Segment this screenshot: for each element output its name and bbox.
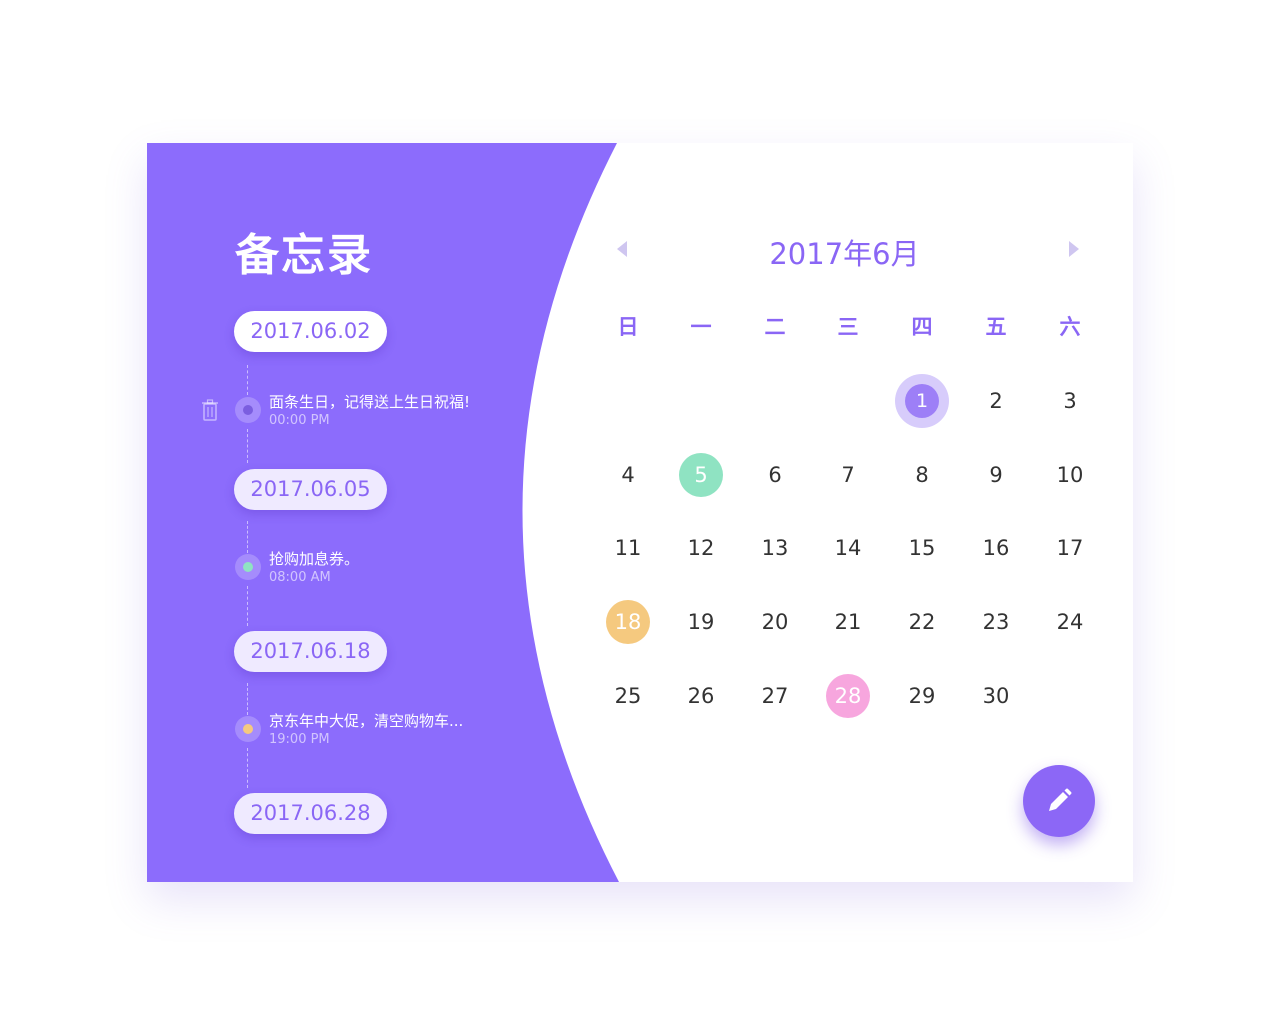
calendar-day[interactable]: 9 — [973, 452, 1019, 498]
timeline-line — [247, 521, 248, 553]
calendar-day[interactable]: 12 — [678, 525, 724, 571]
trash-icon[interactable] — [200, 398, 220, 422]
memo-calendar-card: 备忘录 2017.06.02 面条生日，记得送上生日祝福! 00:00 PM 2… — [147, 143, 1133, 882]
calendar-day[interactable]: 5 — [679, 453, 723, 497]
calendar-day[interactable]: 6 — [752, 452, 798, 498]
memo-text[interactable]: 面条生日，记得送上生日祝福! — [269, 391, 470, 412]
weekday-label: 六 — [1059, 315, 1081, 339]
calendar-day[interactable]: 7 — [825, 452, 871, 498]
calendar-day[interactable]: 23 — [973, 599, 1019, 645]
memo-time: 00:00 PM — [269, 413, 330, 428]
memo-dot — [235, 554, 261, 580]
memo-date-pill[interactable]: 2017.06.28 — [234, 793, 387, 834]
calendar-day[interactable]: 21 — [825, 599, 871, 645]
memo-dot-inner — [243, 724, 253, 734]
triangle-right-icon[interactable] — [1067, 239, 1081, 259]
memo-text[interactable]: 京东年中大促，清空购物车... — [269, 710, 463, 731]
weekday-label: 五 — [985, 315, 1007, 339]
calendar-day[interactable]: 28 — [826, 674, 870, 718]
memo-dot-inner — [243, 405, 253, 415]
calendar-day[interactable]: 24 — [1047, 599, 1093, 645]
memo-dot — [235, 397, 261, 423]
weekday-label: 二 — [764, 315, 786, 339]
timeline-line — [247, 683, 248, 715]
memo-date-pill[interactable]: 2017.06.02 — [234, 311, 387, 352]
memo-text[interactable]: 抢购加息券。 — [269, 548, 359, 569]
calendar-day[interactable]: 19 — [678, 599, 724, 645]
calendar-day[interactable]: 13 — [752, 525, 798, 571]
calendar-day[interactable]: 1 — [905, 384, 939, 418]
calendar-day[interactable]: 18 — [606, 600, 650, 644]
memo-dot — [235, 716, 261, 742]
calendar-day[interactable]: 16 — [973, 525, 1019, 571]
calendar-day[interactable]: 30 — [973, 673, 1019, 719]
calendar-day[interactable]: 8 — [899, 452, 945, 498]
calendar-day[interactable]: 14 — [825, 525, 871, 571]
month-title: 2017年6月 — [769, 237, 920, 271]
triangle-left-icon[interactable] — [615, 239, 629, 259]
calendar-day[interactable]: 4 — [605, 452, 651, 498]
calendar-day[interactable]: 15 — [899, 525, 945, 571]
calendar-day[interactable]: 10 — [1047, 452, 1093, 498]
timeline-line — [247, 429, 248, 463]
calendar-day[interactable]: 27 — [752, 673, 798, 719]
calendar-day[interactable]: 11 — [605, 525, 651, 571]
calendar-day[interactable]: 2 — [973, 378, 1019, 424]
memo-date-pill[interactable]: 2017.06.05 — [234, 469, 387, 510]
weekday-label: 一 — [690, 315, 712, 339]
calendar-day[interactable]: 17 — [1047, 525, 1093, 571]
memo-dot-inner — [243, 562, 253, 572]
timeline-line — [247, 586, 248, 626]
memo-date-pill[interactable]: 2017.06.18 — [234, 631, 387, 672]
memo-time: 08:00 AM — [269, 570, 331, 585]
calendar-day[interactable]: 26 — [678, 673, 724, 719]
calendar-day[interactable]: 29 — [899, 673, 945, 719]
timeline-line — [247, 365, 248, 395]
edit-fab-button[interactable] — [1023, 765, 1095, 837]
weekday-label: 四 — [911, 315, 933, 339]
calendar-day[interactable]: 20 — [752, 599, 798, 645]
weekday-label: 三 — [837, 315, 859, 339]
timeline-line — [247, 748, 248, 788]
memo-time: 19:00 PM — [269, 732, 330, 747]
weekday-label: 日 — [617, 315, 639, 339]
pencil-icon — [1049, 788, 1072, 811]
calendar-day[interactable]: 3 — [1047, 378, 1093, 424]
page-title: 备忘录 — [235, 230, 373, 281]
calendar-day[interactable]: 25 — [605, 673, 651, 719]
calendar-day[interactable]: 22 — [899, 599, 945, 645]
